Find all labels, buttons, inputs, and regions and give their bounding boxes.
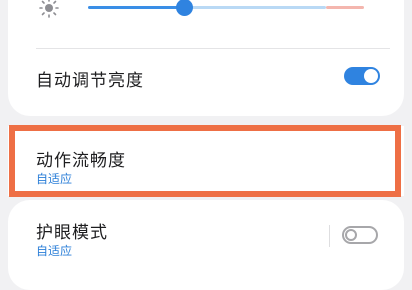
- eye-comfort-value: 自适应: [36, 244, 73, 258]
- highlight-box: [9, 125, 401, 197]
- brightness-track-empty[interactable]: [184, 6, 326, 9]
- eye-comfort-title: 护眼模式: [36, 223, 108, 243]
- auto-brightness-toggle[interactable]: [344, 67, 380, 85]
- brightness-track-limit[interactable]: [326, 6, 364, 9]
- display-settings-card: [8, 0, 404, 116]
- toggle-thumb: [364, 69, 378, 83]
- auto-brightness-label: 自动调节亮度: [36, 71, 144, 91]
- eye-comfort-toggle[interactable]: [342, 226, 378, 244]
- brightness-track-filled[interactable]: [88, 6, 184, 9]
- sun-icon: [39, 0, 59, 18]
- vertical-divider: [329, 225, 330, 247]
- divider: [36, 48, 390, 49]
- toggle-thumb: [345, 229, 357, 241]
